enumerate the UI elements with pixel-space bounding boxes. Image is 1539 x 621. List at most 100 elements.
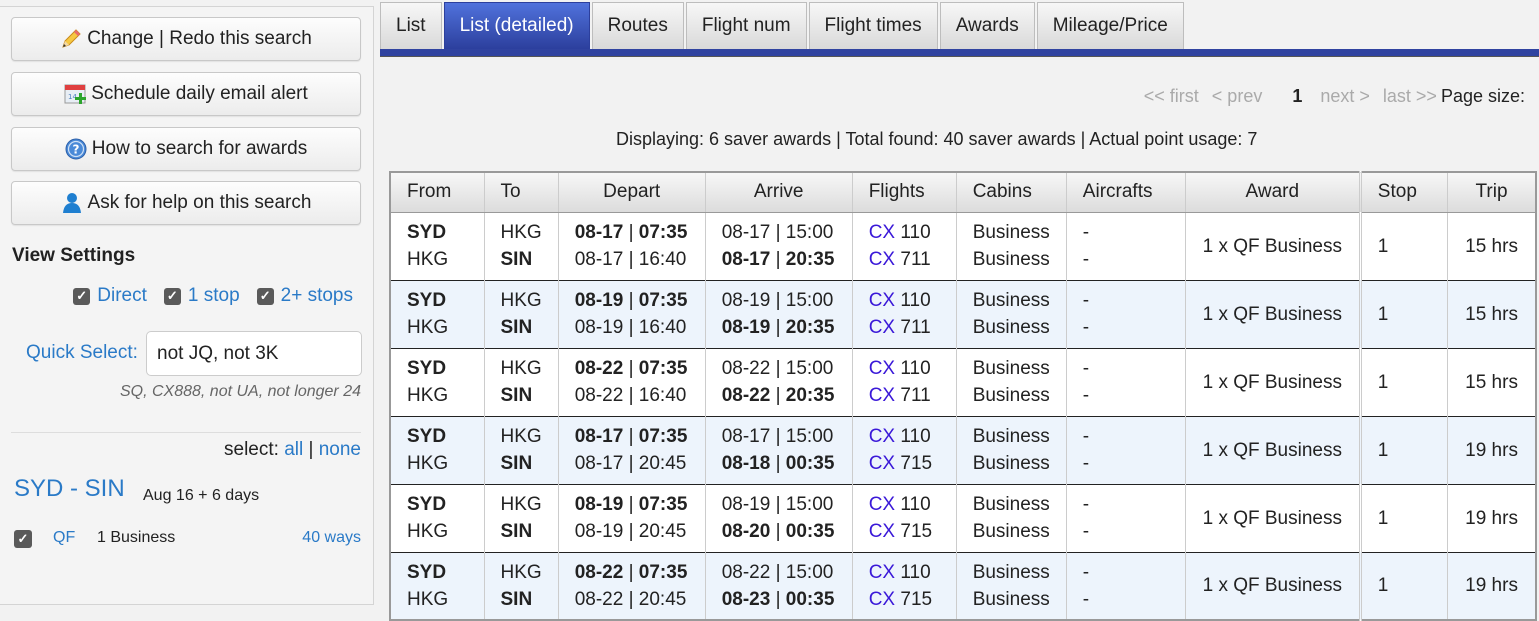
airline-link[interactable]: CX bbox=[869, 453, 895, 474]
arrive-time: 08-17 | 15:00 bbox=[721, 426, 834, 447]
two-plus-stops-checkbox[interactable]: ✓ bbox=[256, 287, 274, 305]
change-search-button[interactable]: Change | Redo this search bbox=[11, 17, 361, 61]
stops-filter: ✓ Direct ✓ 1 stop ✓ 2+ stops bbox=[73, 285, 353, 307]
results-summary: Displaying: 6 saver awards | Total found… bbox=[616, 129, 1258, 149]
next-page-link[interactable]: next > bbox=[1320, 86, 1370, 107]
cabins-cell: Business Business bbox=[956, 416, 1067, 484]
col-from[interactable]: From bbox=[390, 172, 485, 213]
ask-help-button[interactable]: Ask for help on this search bbox=[11, 181, 361, 225]
direct-label[interactable]: Direct bbox=[97, 285, 147, 307]
flight-number: CX 711 bbox=[868, 385, 931, 406]
table-row[interactable]: SYD HKG HKG SIN 08-17 | 07:35 08-17 | 20… bbox=[390, 416, 1537, 484]
two-plus-stops-label[interactable]: 2+ stops bbox=[281, 285, 353, 307]
route-link[interactable]: SYD - SIN bbox=[14, 475, 125, 503]
flight-number: CX 110 bbox=[868, 358, 931, 379]
col-depart[interactable]: Depart bbox=[558, 172, 706, 213]
cabins-cell: Business Business bbox=[956, 212, 1067, 280]
aircraft: - bbox=[1082, 249, 1090, 270]
table-row[interactable]: SYD HKG HKG SIN 08-22 | 07:35 08-22 | 16… bbox=[390, 348, 1537, 416]
airline-link[interactable]: CX bbox=[869, 589, 895, 610]
ask-help-label: Ask for help on this search bbox=[87, 192, 312, 213]
airline-checkbox[interactable]: ✓ bbox=[14, 530, 32, 548]
airline-link[interactable]: CX bbox=[869, 290, 895, 311]
to-airport: SIN bbox=[500, 588, 533, 610]
aircraft: - bbox=[1082, 317, 1090, 338]
col-to[interactable]: To bbox=[484, 172, 559, 213]
depart-cell: 08-19 | 07:35 08-19 | 16:40 bbox=[558, 280, 706, 348]
tab-awards[interactable]: Awards bbox=[939, 2, 1035, 49]
to-airport: SIN bbox=[500, 317, 533, 338]
table-row[interactable]: SYD HKG HKG SIN 08-22 | 07:35 08-22 | 20… bbox=[390, 552, 1537, 620]
stop-cell: 1 bbox=[1360, 280, 1448, 348]
col-trip[interactable]: Trip bbox=[1447, 172, 1537, 213]
aircrafts-cell: - - bbox=[1066, 348, 1186, 416]
direct-checkbox[interactable]: ✓ bbox=[73, 287, 91, 305]
table-row[interactable]: SYD HKG HKG SIN 08-19 | 07:35 08-19 | 16… bbox=[390, 280, 1537, 348]
one-stop-label[interactable]: 1 stop bbox=[188, 285, 240, 307]
to-airport: HKG bbox=[500, 426, 542, 447]
schedule-alert-button[interactable]: 14 Schedule daily email alert bbox=[11, 72, 361, 116]
tab-list[interactable]: List bbox=[380, 2, 442, 49]
table-row[interactable]: SYD HKG HKG SIN 08-19 | 07:35 08-19 | 20… bbox=[390, 484, 1537, 552]
flight-number: CX 715 bbox=[868, 521, 933, 542]
aircraft: - bbox=[1082, 494, 1090, 515]
aircraft: - bbox=[1082, 588, 1090, 610]
first-page-link[interactable]: << first bbox=[1144, 86, 1199, 107]
aircraft: - bbox=[1082, 426, 1090, 447]
from-cell: SYD HKG bbox=[390, 280, 485, 348]
cabins-cell: Business Business bbox=[956, 484, 1067, 552]
airline-link[interactable]: CX bbox=[869, 385, 895, 406]
col-stop[interactable]: Stop bbox=[1360, 172, 1448, 213]
tab-flight-times[interactable]: Flight times bbox=[808, 2, 938, 49]
flights-cell: CX 110 CX 711 bbox=[852, 280, 957, 348]
airline-link[interactable]: CX bbox=[869, 562, 895, 583]
airline-link[interactable]: CX bbox=[869, 249, 895, 270]
airline-link[interactable]: CX bbox=[869, 521, 895, 542]
col-arrive[interactable]: Arrive bbox=[705, 172, 853, 213]
tab-flight-num[interactable]: Flight num bbox=[685, 2, 807, 49]
col-aircrafts[interactable]: Aircrafts bbox=[1066, 172, 1186, 213]
quick-select-hint: SQ, CX888, not UA, not longer 24 bbox=[119, 383, 361, 400]
tab-list-detailed[interactable]: List (detailed) bbox=[443, 2, 590, 49]
airline-link[interactable]: CX bbox=[869, 358, 895, 379]
to-cell: HKG SIN bbox=[484, 416, 559, 484]
from-airport: SYD bbox=[407, 222, 447, 243]
airline-link[interactable]: CX bbox=[869, 317, 895, 338]
tab-routes[interactable]: Routes bbox=[591, 2, 684, 49]
to-airport: SIN bbox=[500, 249, 533, 270]
select-all-link[interactable]: all bbox=[284, 439, 303, 460]
to-airport: HKG bbox=[500, 222, 542, 243]
quick-select-label: Quick Select: bbox=[26, 342, 138, 363]
quick-select-input[interactable] bbox=[146, 331, 362, 376]
col-flights[interactable]: Flights bbox=[852, 172, 957, 213]
arrive-time: 08-22 | 15:00 bbox=[721, 358, 834, 379]
select-none-link[interactable]: none bbox=[319, 439, 361, 460]
flight-number: CX 110 bbox=[868, 222, 931, 243]
airline-link[interactable]: CX bbox=[869, 222, 895, 243]
airline-code-link[interactable]: QF bbox=[53, 529, 75, 547]
col-award[interactable]: Award bbox=[1185, 172, 1362, 213]
to-airport: HKG bbox=[500, 290, 542, 311]
table-row[interactable]: SYD HKG HKG SIN 08-17 | 07:35 08-17 | 16… bbox=[390, 212, 1537, 280]
aircraft: - bbox=[1082, 222, 1090, 243]
col-cabins[interactable]: Cabins bbox=[956, 172, 1067, 213]
one-stop-checkbox[interactable]: ✓ bbox=[163, 287, 181, 305]
trip-cell: 19 hrs bbox=[1447, 416, 1537, 484]
page-size-label: Page size: bbox=[1440, 86, 1525, 106]
depart-time: 08-22 | 07:35 bbox=[574, 358, 688, 379]
tab-mileage-price[interactable]: Mileage/Price bbox=[1036, 2, 1184, 49]
flight-number: CX 715 bbox=[868, 588, 933, 610]
last-page-link[interactable]: last >> bbox=[1383, 86, 1437, 107]
depart-time: 08-17 | 20:45 bbox=[574, 453, 687, 474]
airline-link[interactable]: CX bbox=[869, 426, 895, 447]
airline-ways-link[interactable]: 40 ways bbox=[302, 529, 361, 547]
arrive-time: 08-23 | 00:35 bbox=[721, 588, 835, 610]
how-to-search-button[interactable]: ? How to search for awards bbox=[11, 127, 361, 171]
cabins-cell: Business Business bbox=[956, 348, 1067, 416]
arrive-cell: 08-19 | 15:00 08-20 | 00:35 bbox=[705, 484, 853, 552]
trip-cell: 15 hrs bbox=[1447, 280, 1537, 348]
prev-page-link[interactable]: < prev bbox=[1212, 86, 1263, 107]
airline-link[interactable]: CX bbox=[869, 494, 895, 515]
route-dates: Aug 16 + 6 days bbox=[143, 487, 260, 504]
aircraft: - bbox=[1082, 358, 1090, 379]
